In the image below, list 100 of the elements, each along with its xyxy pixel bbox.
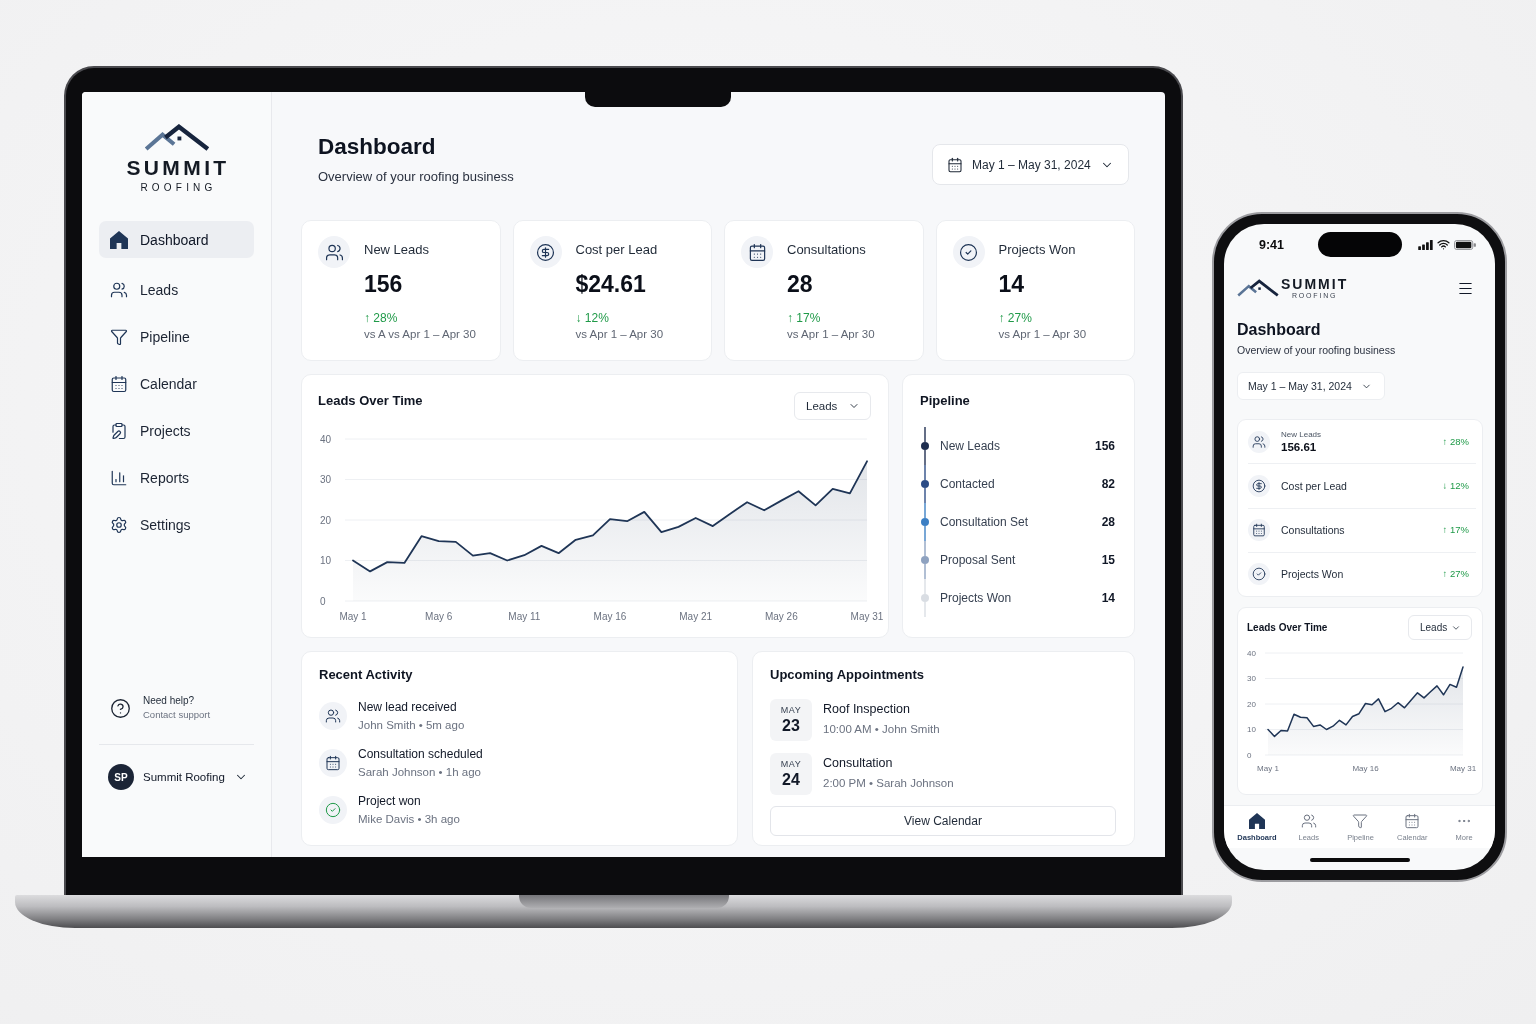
stage-count: 15 [1101,553,1115,567]
x-axis-label: May 6 [425,611,453,622]
date-month: MAY [780,759,802,770]
stage-label: Consultation Set [940,515,1029,529]
brand-name: SUMMIT [125,156,230,180]
check-circle-icon [319,796,347,824]
y-axis-label: 0 [1247,750,1252,760]
stage-count: 28 [1101,515,1115,529]
nav-item[interactable]: Settings [99,506,254,543]
stage-label: Projects Won [940,591,1012,605]
stage-count: 156 [1094,439,1115,453]
page-title: Dashboard [318,133,437,161]
account-name: Summit Roofing [143,771,225,783]
roof-logo-icon [143,124,210,151]
account-avatar: SP [108,764,134,790]
x-axis-label: May 31 [1449,764,1477,773]
home-icon [1248,813,1265,829]
nav-item[interactable]: Calendar [99,365,254,402]
nav-item[interactable]: Pipeline [99,318,254,355]
card-title: Leads Over Time [1247,621,1328,635]
y-axis-label: 30 [320,474,332,485]
stat-label: New Leads [364,242,431,258]
users-icon [318,236,350,268]
card-title: Upcoming Appointments [770,666,926,684]
bar-chart-icon [110,468,128,487]
page-subtitle: Overview of your roofing business [318,168,514,186]
stat-change: ↑ 17% [1442,523,1469,538]
appointment-title: Roof Inspection [823,701,911,718]
calendar-icon [1404,813,1421,829]
date-range-button[interactable]: May 1 – May 31, 2024 [1237,372,1385,400]
calendar-icon [741,236,773,268]
y-axis-label: 10 [1247,725,1256,735]
x-axis-label: May 16 [593,611,627,622]
wifi-icon [1437,238,1450,251]
x-axis-label: May 26 [764,611,798,622]
stat-comparison: vs Apr 1 – Apr 30 [998,327,1087,342]
calendar-icon [319,749,347,777]
x-axis-label: May 16 [1352,764,1379,773]
stat-change: ↑ 28% [364,310,399,326]
stat-change: ↓ 12% [1442,478,1469,493]
roof-logo-icon [1237,279,1279,297]
x-axis-label: May 1 [1257,764,1279,773]
y-axis-label: 10 [320,555,332,566]
dollar-icon [529,236,562,268]
x-axis-label: May 1 [339,611,367,622]
nav-item[interactable]: Projects [99,412,254,449]
metric-dropdown[interactable]: Leads [1408,615,1472,640]
metric-dropdown[interactable]: Leads [794,392,871,420]
stage-label: New Leads [940,439,1001,453]
date-day: 24 [782,770,800,789]
calendar-icon [110,374,128,393]
x-axis-label: May 21 [679,611,713,622]
view-calendar-button[interactable]: View Calendar [770,806,1116,836]
stat-label: Cost per Lead [575,242,659,258]
calendar-icon [1248,519,1270,542]
brand-tagline: ROOFING [139,182,217,194]
nav-item[interactable]: Dashboard [99,221,254,258]
y-axis-label: 40 [1247,648,1256,658]
stage-count: 14 [1101,591,1115,605]
stat-comparison: vs Apr 1 – Apr 30 [575,327,664,342]
stat-label: Cost per Lead [1281,479,1348,492]
page-title: Dashboard [1237,320,1322,340]
stat-label: New Leads [1281,429,1323,440]
appointment-meta: 10:00 AM • John Smith [823,722,940,737]
activity-meta: Mike Davis • 3h ago [358,812,460,827]
stat-value: 156.61 [1281,439,1318,454]
card-title: Recent Activity [319,666,414,684]
stage-label: Proposal Sent [940,553,1016,567]
activity-title: New lead received [358,699,458,716]
page-subtitle: Overview of your roofing business [1237,343,1397,358]
funnel-icon [110,327,128,346]
stat-label: Consultations [1281,524,1346,537]
check-circle-icon [952,236,985,268]
users-icon [319,702,347,730]
x-axis-label: May 11 [508,611,541,622]
nav-item[interactable]: Reports [99,459,254,496]
clipboard-icon [110,421,128,440]
stat-change: ↑ 27% [1442,567,1469,582]
help-icon[interactable] [110,697,131,719]
stage-label: Contacted [940,477,995,491]
nav-item[interactable]: Leads [99,271,254,308]
y-axis-label: 20 [320,514,332,526]
stat-change: ↓ 12% [575,310,610,326]
stat-label: Projects Won [998,242,1077,258]
support-link[interactable]: Contact support [143,708,211,722]
home-icon [110,230,128,249]
stat-value: 28 [787,270,814,299]
y-axis-label: 20 [1247,699,1256,709]
stat-comparison: vs Apr 1 – Apr 30 [787,327,875,342]
y-axis-label: 0 [320,595,326,607]
date-range-button[interactable]: May 1 – May 31, 2024 [932,144,1129,185]
status-time: 9:41 [1259,237,1284,252]
y-axis-label: 30 [1247,674,1256,684]
activity-meta: John Smith • 5m ago [358,718,465,733]
date-day: 23 [782,716,800,735]
stat-change: ↑ 27% [998,310,1033,326]
stage-count: 82 [1101,477,1115,491]
help-title: Need help? [143,694,196,708]
stat-label: Projects Won [1281,568,1345,581]
users-icon [1248,430,1270,453]
